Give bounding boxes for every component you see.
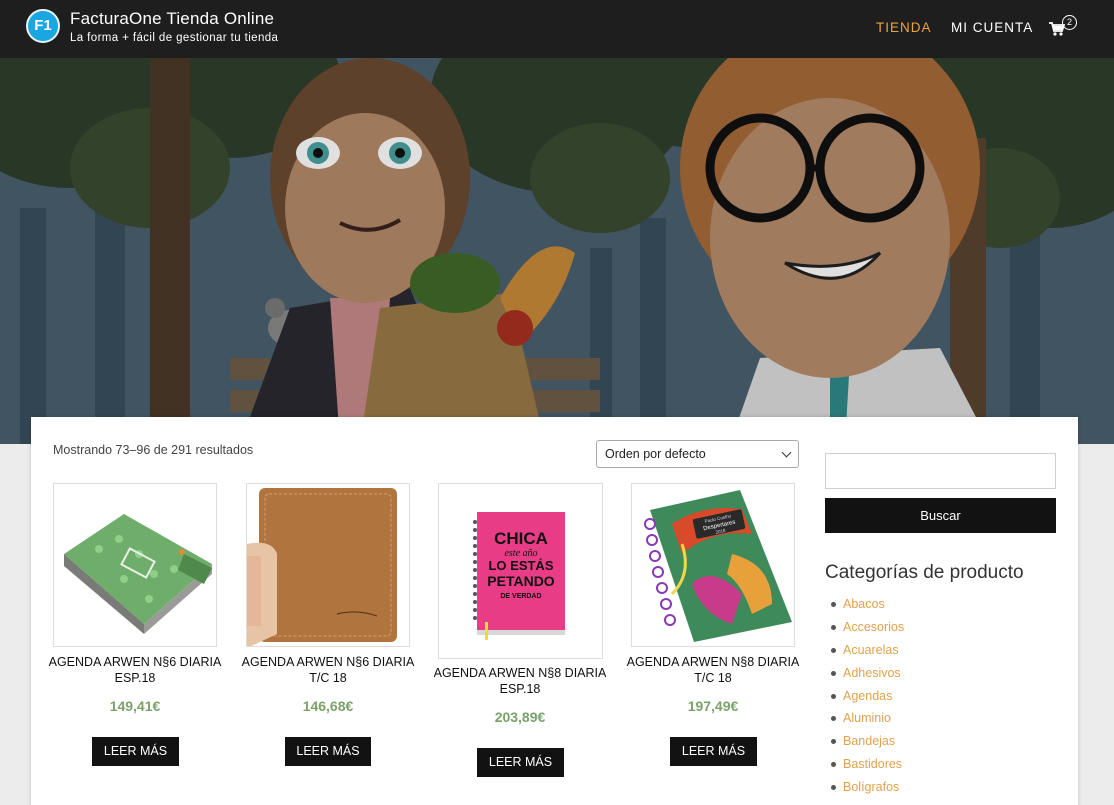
categories-title: Categorías de producto	[825, 562, 1024, 583]
product-title[interactable]: AGENDA ARWEN N§6 DIARIA ESP.18	[45, 654, 225, 686]
leather-planner-image	[247, 484, 409, 646]
category-link[interactable]: Bolígrafos	[843, 780, 899, 794]
product-image[interactable]: CHICA este año LO ESTÁS PETANDO DE VERDA…	[438, 483, 603, 659]
read-more-button[interactable]: LEER MÁS	[92, 737, 179, 766]
category-item: Aluminio	[831, 711, 904, 734]
pink-planner-image: CHICA este año LO ESTÁS PETANDO DE VERDA…	[439, 484, 602, 658]
nav-tienda[interactable]: TIENDA	[876, 20, 932, 35]
hero-banner	[0, 58, 1114, 444]
hero-illustration	[0, 58, 1114, 444]
categories-list: Abacos Accesorios Acuarelas Adhesivos Ag…	[831, 597, 904, 803]
category-link[interactable]: Abacos	[843, 597, 885, 611]
chevron-down-icon	[781, 447, 792, 458]
category-link[interactable]: Adhesivos	[843, 666, 901, 680]
product-price: 203,89€	[494, 709, 546, 725]
read-more-button[interactable]: LEER MÁS	[670, 737, 757, 766]
result-count: Mostrando 73–96 de 291 resultados	[53, 443, 254, 457]
category-item: Bastidores	[831, 757, 904, 780]
site-title[interactable]: FacturaOne Tienda Online	[70, 9, 274, 29]
search-input[interactable]	[825, 453, 1056, 489]
category-item: Agendas	[831, 689, 904, 712]
cover-line: LO ESTÁS	[488, 558, 553, 573]
cart-count-badge: 2	[1062, 15, 1077, 30]
logo-icon[interactable]: F1	[26, 9, 60, 43]
product-title[interactable]: AGENDA ARWEN N§6 DIARIA T/C 18	[238, 654, 418, 686]
site-header: F1 FacturaOne Tienda Online La forma + f…	[0, 0, 1114, 58]
category-link[interactable]: Accesorios	[843, 620, 904, 634]
cover-line: CHICA	[494, 529, 548, 548]
cover-line: DE VERDAD	[500, 593, 541, 600]
read-more-button[interactable]: LEER MÁS	[285, 737, 371, 766]
cover-line: PETANDO	[487, 573, 555, 589]
orderby-selected: Orden por defecto	[605, 447, 706, 461]
product-price: 146,68€	[302, 698, 354, 714]
category-link[interactable]: Bandejas	[843, 734, 895, 748]
category-link[interactable]: Aluminio	[843, 711, 891, 725]
product-image[interactable]: Paulo Coelho Despertares 2018	[631, 483, 795, 647]
category-link[interactable]: Acuarelas	[843, 643, 899, 657]
product-image[interactable]	[246, 483, 410, 647]
category-item: Acuarelas	[831, 643, 904, 666]
floral-planner-image: Paulo Coelho Despertares 2018	[632, 484, 794, 646]
category-item: Bandejas	[831, 734, 904, 757]
product-title[interactable]: AGENDA ARWEN N§8 DIARIA T/C 18	[623, 654, 803, 686]
category-item: Abacos	[831, 597, 904, 620]
category-item: Adhesivos	[831, 666, 904, 689]
category-item: Bolígrafos	[831, 780, 904, 803]
green-planner-image	[54, 484, 216, 646]
product-price: 149,41€	[109, 698, 161, 714]
orderby-select[interactable]: Orden por defecto	[596, 440, 799, 468]
read-more-button[interactable]: LEER MÁS	[477, 748, 564, 777]
nav-mi-cuenta[interactable]: MI CUENTA	[951, 20, 1033, 35]
product-title[interactable]: AGENDA ARWEN N§8 DIARIA ESP.18	[430, 665, 610, 697]
search-button[interactable]: Buscar	[825, 498, 1056, 533]
category-link[interactable]: Agendas	[843, 689, 892, 703]
product-price: 197,49€	[687, 698, 739, 714]
site-tagline: La forma + fácil de gestionar tu tienda	[70, 32, 279, 44]
category-link[interactable]: Bastidores	[843, 757, 902, 771]
cart-button[interactable]: 2	[1049, 15, 1079, 40]
category-item: Accesorios	[831, 620, 904, 643]
product-image[interactable]	[53, 483, 217, 647]
